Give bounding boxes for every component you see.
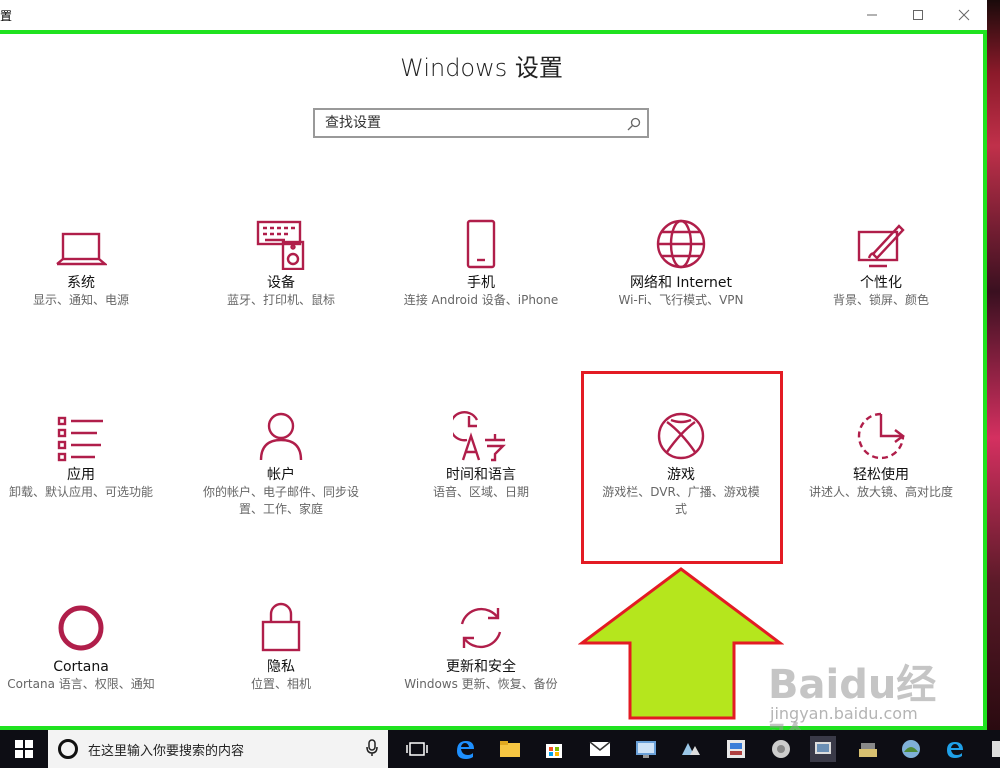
file-explorer-icon[interactable] xyxy=(497,736,523,762)
tile-description: 讲述人、放大镜、高对比度 xyxy=(808,485,953,499)
search-input[interactable] xyxy=(315,110,605,136)
taskbar-search[interactable]: 在这里输入你要搜索的内容 xyxy=(48,730,388,768)
tile-cortana[interactable]: Cortana Cortana 语言、权限、通知 xyxy=(0,592,181,693)
tile-description: 蓝牙、打印机、鼠标 xyxy=(226,293,335,307)
tile-privacy[interactable]: 隐私 位置、相机 xyxy=(181,592,381,693)
time-language-icon xyxy=(453,411,506,462)
tile-description: 语音、区域、日期 xyxy=(432,485,529,499)
tile-label: 游戏 xyxy=(667,467,695,483)
update-icon xyxy=(460,607,502,649)
xbox-icon xyxy=(657,412,705,460)
watermark: Baidu经验 jingyan.baidu.com xyxy=(768,652,968,766)
apps-list-icon xyxy=(57,416,103,462)
microphone-icon[interactable] xyxy=(366,739,378,761)
app-icon-4[interactable] xyxy=(768,736,794,762)
tile-label: 应用 xyxy=(67,467,95,483)
minimize-icon xyxy=(867,14,877,16)
minimize-button[interactable] xyxy=(849,0,895,30)
windows-logo-icon xyxy=(15,740,33,758)
tile-description: 显示、通知、电源 xyxy=(32,293,129,307)
watermark-url: jingyan.baidu.com xyxy=(770,704,918,723)
tile-label: 手机 xyxy=(467,275,495,291)
settings-search[interactable] xyxy=(313,108,649,138)
personalize-icon xyxy=(857,224,905,268)
tile-phone[interactable]: 手机 连接 Android 设备、iPhone xyxy=(381,208,581,309)
tile-description: 你的帐户、电子邮件、同步设置、工作、家庭 xyxy=(202,485,359,516)
tile-description: 卸载、默认应用、可选功能 xyxy=(8,485,153,499)
tile-label: 个性化 xyxy=(860,275,902,291)
tile-devices[interactable]: 设备 蓝牙、打印机、鼠标 xyxy=(181,208,381,309)
tile-label: 时间和语言 xyxy=(446,467,516,483)
app-icon-6[interactable] xyxy=(898,736,924,762)
start-button[interactable] xyxy=(0,730,48,768)
devices-icon xyxy=(256,220,305,270)
close-icon xyxy=(958,9,970,21)
tile-gaming[interactable]: 游戏 游戏栏、DVR、广播、游戏模式 xyxy=(581,400,781,518)
tile-apps[interactable]: 应用 卸载、默认应用、可选功能 xyxy=(0,400,181,501)
tile-label: 帐户 xyxy=(267,467,295,483)
mail-icon[interactable] xyxy=(587,736,613,762)
tile-network[interactable]: 网络和 Internet Wi-Fi、飞行模式、VPN xyxy=(581,208,781,309)
internet-explorer-icon[interactable] xyxy=(942,736,968,762)
tile-label: 系统 xyxy=(67,275,95,291)
lock-icon xyxy=(261,602,301,652)
app-icon-3[interactable] xyxy=(723,736,749,762)
page-title: Windows 设置 xyxy=(400,54,563,82)
task-view-icon[interactable] xyxy=(404,736,430,762)
app-icon-1[interactable] xyxy=(633,736,659,762)
tile-label: 网络和 Internet xyxy=(629,275,733,291)
laptop-icon xyxy=(56,232,107,266)
tile-ease-of-access[interactable]: 轻松使用 讲述人、放大镜、高对比度 xyxy=(781,400,981,501)
store-icon[interactable] xyxy=(541,736,567,762)
settings-app-icon[interactable] xyxy=(810,736,836,762)
maximize-icon xyxy=(913,10,923,20)
tile-label: 隐私 xyxy=(267,659,295,675)
title-bar: 置 xyxy=(0,0,987,30)
cortana-circle-icon xyxy=(58,739,78,759)
tile-description: 背景、锁屏、颜色 xyxy=(832,293,929,307)
edge-browser-icon[interactable] xyxy=(452,736,478,762)
app-icon-2[interactable] xyxy=(678,736,704,762)
tile-description: 位置、相机 xyxy=(250,677,311,691)
up-arrow-annotation xyxy=(578,567,784,720)
tile-description: 游戏栏、DVR、广播、游戏模式 xyxy=(602,485,760,516)
taskbar: 在这里输入你要搜索的内容 xyxy=(0,730,1000,768)
app-icon-5[interactable] xyxy=(855,736,881,762)
tile-description: Wi-Fi、飞行模式、VPN xyxy=(618,293,744,307)
window-title: 置 xyxy=(0,9,13,23)
taskbar-search-placeholder: 在这里输入你要搜索的内容 xyxy=(88,743,245,759)
search-icon[interactable] xyxy=(627,116,641,135)
tile-accounts[interactable]: 帐户 你的帐户、电子邮件、同步设置、工作、家庭 xyxy=(181,400,381,518)
tile-description: Windows 更新、恢复、备份 xyxy=(404,677,558,691)
maximize-button[interactable] xyxy=(895,0,941,30)
tile-update-security[interactable]: 更新和安全 Windows 更新、恢复、备份 xyxy=(381,592,581,693)
globe-icon xyxy=(656,219,706,269)
tile-label: 轻松使用 xyxy=(853,467,909,483)
tile-system[interactable]: 系统 显示、通知、电源 xyxy=(0,208,181,309)
tile-personalization[interactable]: 个性化 背景、锁屏、颜色 xyxy=(781,208,981,309)
desktop-background xyxy=(987,0,1000,730)
tile-label: 更新和安全 xyxy=(446,659,516,675)
app-icon-7[interactable] xyxy=(985,736,1000,762)
ease-of-access-icon xyxy=(857,412,905,460)
person-icon xyxy=(259,412,303,461)
tile-label: Cortana xyxy=(53,659,109,675)
tile-label: 设备 xyxy=(267,275,295,291)
cortana-icon xyxy=(58,605,104,651)
phone-icon xyxy=(466,219,496,269)
tile-description: Cortana 语言、权限、通知 xyxy=(7,677,155,691)
close-button[interactable] xyxy=(941,0,987,30)
tile-time-language[interactable]: 时间和语言 语音、区域、日期 xyxy=(381,400,581,501)
tile-description: 连接 Android 设备、iPhone xyxy=(403,293,559,307)
